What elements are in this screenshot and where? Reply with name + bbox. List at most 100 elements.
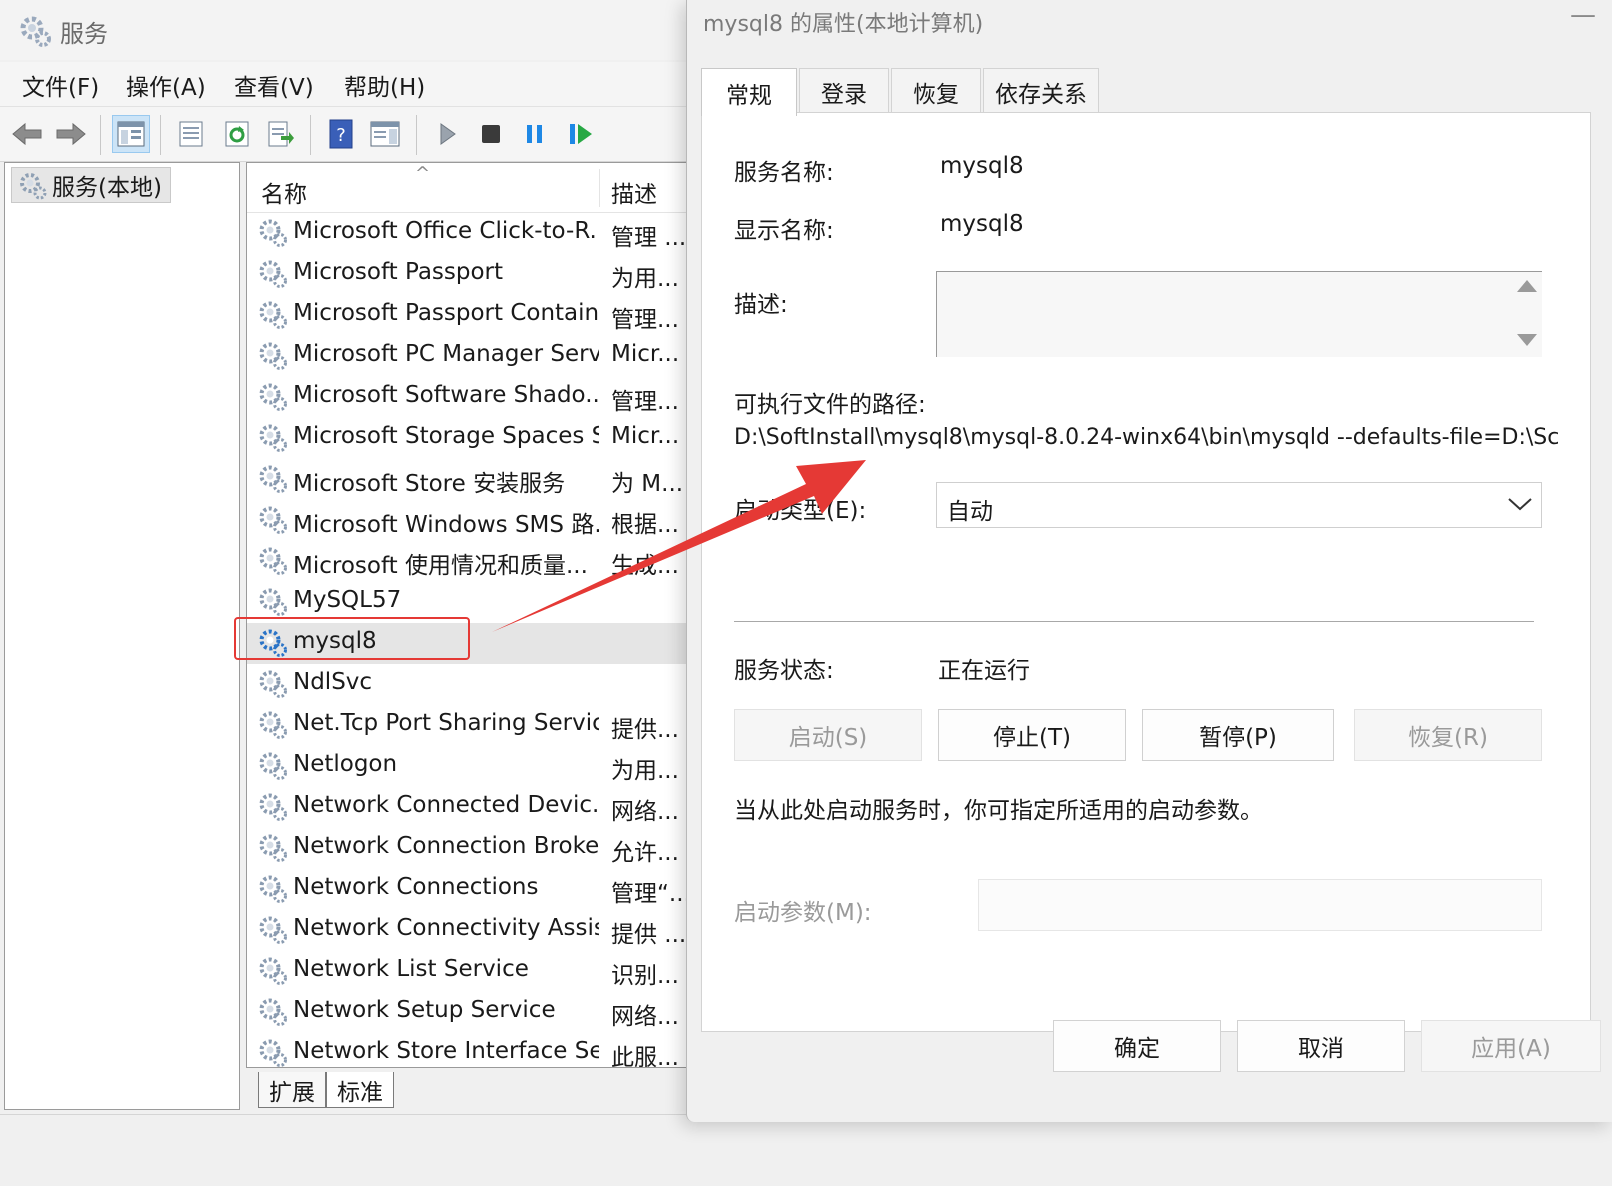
gear-icon bbox=[259, 465, 287, 493]
service-name-label: 服务名称: bbox=[734, 160, 834, 186]
stop-service-icon[interactable] bbox=[472, 115, 510, 153]
cancel-button[interactable]: 取消 bbox=[1237, 1020, 1405, 1072]
gear-icon bbox=[259, 383, 287, 411]
gear-icon bbox=[20, 173, 47, 200]
service-description: 管理... bbox=[611, 307, 679, 333]
gear-icon bbox=[259, 793, 287, 821]
chevron-down-icon bbox=[1508, 498, 1532, 511]
services-window-title: 服务 bbox=[60, 20, 108, 48]
table-row[interactable]: Network Store Interface Se... 此服... bbox=[247, 1033, 719, 1068]
menu-view[interactable]: 查看(V) bbox=[234, 68, 314, 102]
service-name: Network Connection Broker bbox=[293, 833, 599, 859]
table-row[interactable]: Microsoft Store 安装服务 为 M... bbox=[247, 459, 719, 500]
tab-recovery[interactable]: 恢复 bbox=[891, 68, 981, 114]
table-row[interactable]: Microsoft 使用情况和质量... 生成... bbox=[247, 541, 719, 582]
table-row[interactable]: Microsoft Office Click-to-R... 管理 ... bbox=[247, 213, 719, 254]
service-name: Network Setup Service bbox=[293, 997, 556, 1023]
forward-arrow-icon[interactable] bbox=[52, 115, 90, 153]
service-name: Net.Tcp Port Sharing Service bbox=[293, 710, 599, 736]
pause-button[interactable]: 暂停(P) bbox=[1142, 709, 1334, 761]
service-name: Network Store Interface Se... bbox=[293, 1038, 599, 1064]
gear-icon bbox=[259, 711, 287, 739]
service-name: Microsoft 使用情况和质量... bbox=[293, 553, 588, 579]
apply-button[interactable]: 应用(A) bbox=[1421, 1020, 1601, 1072]
scroll-down-icon[interactable] bbox=[1517, 334, 1537, 346]
tree-node-label: 服务(本地) bbox=[52, 175, 162, 201]
table-row[interactable]: Microsoft Passport Container 管理... bbox=[247, 295, 719, 336]
service-name: Network Connectivity Assis... bbox=[293, 915, 599, 941]
table-row[interactable]: Net.Tcp Port Sharing Service 提供... bbox=[247, 705, 719, 746]
table-row[interactable]: Network Connection Broker 允许... bbox=[247, 828, 719, 869]
start-params-input[interactable] bbox=[978, 879, 1542, 931]
action-pane-icon[interactable] bbox=[366, 115, 404, 153]
executable-path-label: 可执行文件的路径: bbox=[734, 392, 926, 418]
service-name: Microsoft Store 安装服务 bbox=[293, 471, 566, 497]
column-header-description[interactable]: 描述 bbox=[611, 175, 657, 209]
service-name: Netlogon bbox=[293, 751, 398, 777]
resume-button[interactable]: 恢复(R) bbox=[1354, 709, 1542, 761]
show-hide-tree-icon[interactable] bbox=[112, 115, 150, 153]
service-name: Microsoft Windows SMS 路... bbox=[293, 512, 599, 538]
pause-service-icon[interactable] bbox=[516, 115, 554, 153]
tab-extended[interactable]: 扩展 bbox=[258, 1072, 326, 1108]
restart-service-icon[interactable] bbox=[562, 115, 600, 153]
description-textbox[interactable] bbox=[936, 271, 1542, 357]
help-icon[interactable]: ? bbox=[322, 115, 360, 153]
table-row[interactable]: Network Connections 管理“... bbox=[247, 869, 719, 910]
tab-standard[interactable]: 标准 bbox=[326, 1072, 394, 1108]
tree-node-services-local[interactable]: 服务(本地) bbox=[11, 167, 171, 203]
tab-dependencies[interactable]: 依存关系 bbox=[983, 68, 1099, 114]
close-icon[interactable]: — bbox=[1563, 0, 1603, 40]
service-status-label: 服务状态: bbox=[734, 658, 834, 684]
menu-action[interactable]: 操作(A) bbox=[126, 68, 206, 102]
gear-icon bbox=[259, 342, 287, 370]
service-name: Microsoft Passport bbox=[293, 259, 504, 285]
services-list: 名称 ^ 描述 Microsoft Office Click-to-R... 管理… bbox=[246, 162, 720, 1068]
table-row[interactable]: Network Connected Devic... 网络... bbox=[247, 787, 719, 828]
menu-file[interactable]: 文件(F) bbox=[22, 68, 99, 102]
service-name: Microsoft Storage Spaces S... bbox=[293, 423, 599, 449]
ok-button[interactable]: 确定 bbox=[1053, 1020, 1221, 1072]
properties-icon[interactable] bbox=[172, 115, 210, 153]
table-row[interactable]: Network Connectivity Assis... 提供 ... bbox=[247, 910, 719, 951]
startup-type-select[interactable]: 自动 bbox=[936, 482, 1542, 528]
start-button[interactable]: 启动(S) bbox=[734, 709, 922, 761]
service-description: 允许... bbox=[611, 840, 679, 866]
tab-general[interactable]: 常规 bbox=[701, 68, 797, 116]
table-row[interactable]: Microsoft Software Shado... 管理... bbox=[247, 377, 719, 418]
stop-button[interactable]: 停止(T) bbox=[938, 709, 1126, 761]
service-name: Microsoft Software Shado... bbox=[293, 382, 599, 408]
tab-logon[interactable]: 登录 bbox=[799, 68, 889, 114]
gear-icon bbox=[259, 588, 287, 616]
annotation-highlight-box bbox=[234, 617, 470, 660]
service-name: Microsoft Passport Container bbox=[293, 300, 599, 326]
display-name-label: 显示名称: bbox=[734, 218, 834, 244]
export-list-icon[interactable] bbox=[262, 115, 300, 153]
gear-icon bbox=[259, 301, 287, 329]
menu-help[interactable]: 帮助(H) bbox=[344, 68, 425, 102]
service-description: 提供 ... bbox=[611, 922, 687, 948]
service-name: Network Connections bbox=[293, 874, 539, 900]
start-service-icon[interactable] bbox=[428, 115, 466, 153]
table-row[interactable]: Netlogon 为用... bbox=[247, 746, 719, 787]
table-row[interactable]: Microsoft Passport 为用... bbox=[247, 254, 719, 295]
startup-type-label: 启动类型(E): bbox=[734, 498, 867, 524]
service-name: Network List Service bbox=[293, 956, 529, 982]
gear-icon bbox=[259, 1039, 287, 1067]
table-row[interactable]: Microsoft PC Manager Serv... Micr... bbox=[247, 336, 719, 377]
back-arrow-icon[interactable] bbox=[8, 115, 46, 153]
console-tree: 服务(本地) bbox=[4, 162, 240, 1110]
service-description: 此服... bbox=[611, 1045, 679, 1068]
toolbar: ? bbox=[0, 106, 720, 162]
scroll-up-icon[interactable] bbox=[1517, 280, 1537, 292]
table-row[interactable]: Microsoft Storage Spaces S... Micr... bbox=[247, 418, 719, 459]
table-row[interactable]: Network Setup Service 网络... bbox=[247, 992, 719, 1033]
display-name-value: mysql8 bbox=[940, 211, 1024, 237]
service-name: Microsoft Office Click-to-R... bbox=[293, 218, 599, 244]
refresh-icon[interactable] bbox=[218, 115, 256, 153]
gear-icon bbox=[259, 506, 287, 534]
table-row[interactable]: NdlSvc bbox=[247, 664, 719, 705]
table-row[interactable]: Network List Service 识别... bbox=[247, 951, 719, 992]
table-row[interactable]: Microsoft Windows SMS 路... 根据... bbox=[247, 500, 719, 541]
column-header-name[interactable]: 名称 bbox=[261, 175, 307, 209]
